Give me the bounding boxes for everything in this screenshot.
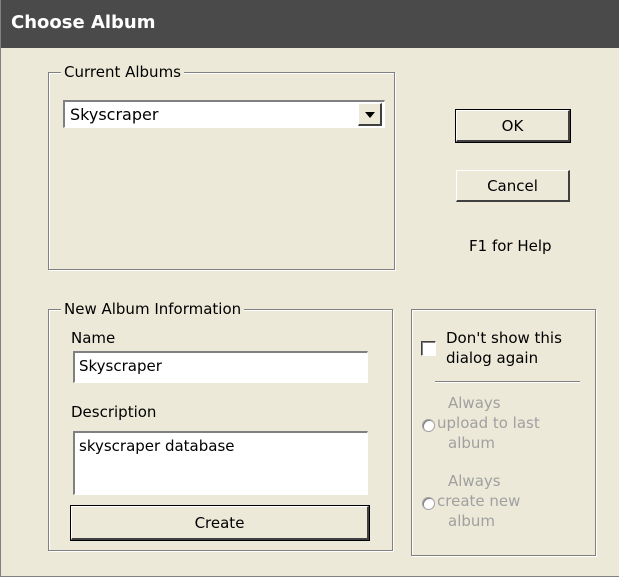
dont-show-checkbox[interactable] — [421, 341, 436, 356]
album-description-field[interactable]: skyscraper database — [73, 431, 368, 495]
create-new-label-line3: album — [448, 512, 495, 530]
help-hint: F1 for Help — [469, 237, 552, 255]
dont-show-label-line1[interactable]: Don't show this — [446, 329, 562, 347]
album-name-field[interactable]: Skyscraper — [73, 351, 368, 383]
create-new-radio — [422, 497, 435, 510]
create-button[interactable]: Create — [70, 505, 370, 541]
ok-button-label: OK — [501, 116, 524, 135]
album-select[interactable]: Skyscraper — [63, 100, 385, 128]
create-button-label: Create — [194, 513, 245, 532]
dont-show-label-line2[interactable]: dialog again — [446, 349, 538, 367]
new-album-legend: New Album Information — [61, 299, 245, 319]
chevron-down-icon — [365, 112, 375, 118]
create-new-label-line1: Always — [448, 472, 501, 490]
choose-album-dialog: Choose Album Current Albums Skyscraper O… — [0, 0, 619, 577]
description-label: Description — [71, 403, 157, 421]
upload-last-label-line1: Always — [448, 394, 501, 412]
options-divider — [435, 381, 580, 383]
cancel-button[interactable]: Cancel — [456, 170, 570, 202]
name-label: Name — [71, 329, 116, 347]
create-new-label-line2: create new — [437, 492, 521, 510]
ok-button[interactable]: OK — [455, 109, 571, 143]
album-dropdown-button[interactable] — [358, 103, 382, 126]
title-bar[interactable]: Choose Album — [1, 0, 619, 48]
cancel-button-label: Cancel — [487, 176, 538, 195]
current-albums-legend: Current Albums — [61, 62, 184, 82]
upload-last-radio — [422, 419, 435, 432]
upload-last-label-line2: upload to last — [437, 414, 540, 432]
album-select-value: Skyscraper — [70, 105, 159, 124]
window-title: Choose Album — [11, 12, 156, 33]
upload-last-label-line3: album — [448, 434, 495, 452]
